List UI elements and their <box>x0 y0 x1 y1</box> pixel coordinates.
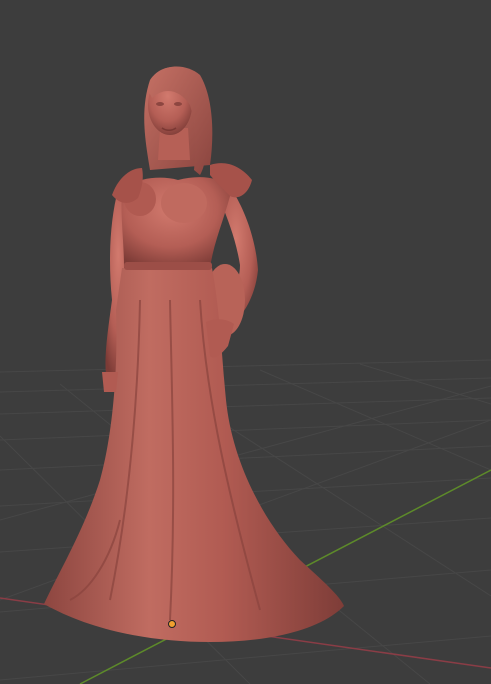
object-origin-icon[interactable] <box>168 620 176 628</box>
3d-viewport[interactable] <box>0 0 491 684</box>
face-eye-left <box>156 102 164 106</box>
waist-belt <box>124 262 212 270</box>
face-eye-right <box>174 102 182 106</box>
left-hand <box>206 319 234 358</box>
sculpted-figure[interactable] <box>44 66 344 642</box>
chest-left <box>161 183 207 223</box>
right-hand <box>102 372 118 392</box>
viewport-canvas[interactable] <box>0 0 491 684</box>
